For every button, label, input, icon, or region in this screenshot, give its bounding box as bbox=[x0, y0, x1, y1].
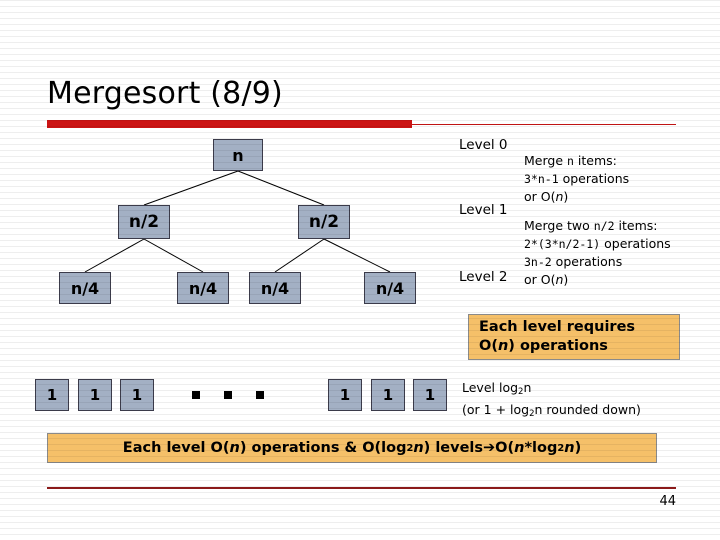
banner-seg-11: 2 bbox=[557, 442, 565, 454]
level-2-label: Level 2 bbox=[459, 269, 508, 285]
level-1-note: Merge two n/2 items: 2*(3*n/2-1) operati… bbox=[524, 217, 671, 288]
slide-canvas: Mergesort (8/9) n n/2 n/2 n/4 n/4 n/4 n/… bbox=[0, 0, 720, 540]
level-1-note-line-2: 2*(3*n/2-1) operations bbox=[524, 235, 671, 253]
tree-leaf-2: 1 bbox=[78, 379, 112, 411]
banner-seg-12: n bbox=[564, 440, 575, 456]
callout-l2-italic: n bbox=[497, 338, 509, 354]
note1-l1-mono: n/2 bbox=[593, 219, 615, 233]
tree-leaf-6: 1 bbox=[413, 379, 447, 411]
tree-node-n2-left: n/2 bbox=[118, 205, 170, 239]
note1-l1-prefix: Merge two bbox=[524, 218, 594, 233]
note1-l4-prefix: or O( bbox=[524, 272, 556, 287]
callout-line-1: Each level requires bbox=[479, 319, 636, 335]
arrow-icon: ➔ bbox=[483, 440, 496, 456]
level-0-note-line-2: 3*n-1 operations bbox=[524, 170, 629, 188]
banner-seg-1: Each level O( bbox=[122, 440, 230, 456]
banner-seg-3: ) operations & O(log bbox=[239, 440, 407, 456]
tree-node-n4-4: n/4 bbox=[364, 272, 416, 304]
tree-leaf-5: 1 bbox=[371, 379, 405, 411]
tree-node-n4-3: n/4 bbox=[249, 272, 301, 304]
banner-seg-6: ) levels bbox=[423, 440, 484, 456]
ellipsis-dot-icon bbox=[192, 391, 200, 399]
note1-l1-suffix: items: bbox=[614, 218, 658, 233]
level-0-note: Merge n items: 3*n-1 operations or O(n) bbox=[524, 152, 629, 205]
tree-leaf-3: 1 bbox=[120, 379, 154, 411]
banner-seg-9: n bbox=[514, 440, 525, 456]
loglvl-l1-prefix: Level log bbox=[462, 380, 519, 395]
level-0-note-line-1: Merge n items: bbox=[524, 152, 629, 170]
tree-leaf-1: 1 bbox=[35, 379, 69, 411]
log-level-caption: Level log2n (or 1 + log2n rounded down) bbox=[462, 379, 641, 423]
tree-node-n2-right: n/2 bbox=[298, 205, 350, 239]
banner-seg-5: n bbox=[413, 440, 424, 456]
note1-l3-suffix: operations bbox=[551, 254, 623, 269]
level-0-label: Level 0 bbox=[459, 137, 508, 153]
note1-l2-mono: 2*(3*n/2-1) bbox=[524, 237, 601, 251]
banner-seg-13: ) bbox=[574, 440, 582, 456]
banner-seg-10: *log bbox=[524, 440, 558, 456]
level-0-note-line-3: or O(n) bbox=[524, 188, 629, 205]
loglvl-l2-suffix: n rounded down) bbox=[534, 402, 641, 418]
level-1-note-line-3: 3n-2 operations bbox=[524, 253, 671, 271]
summary-banner: Each level O(n) operations & O(log 2 n) le… bbox=[47, 433, 657, 463]
note0-l1-prefix: Merge bbox=[524, 153, 567, 168]
callout-l2-suffix: ) operations bbox=[508, 338, 608, 354]
level-1-note-line-4: or O(n) bbox=[524, 271, 671, 288]
ellipsis-dot-icon bbox=[224, 391, 232, 399]
note1-l3-mono: 3n-2 bbox=[524, 255, 552, 269]
note0-l2-mono: 3*n-1 bbox=[524, 172, 559, 186]
each-level-callout: Each level requires O(n) operations bbox=[468, 314, 680, 360]
note1-l4-suffix: ) bbox=[563, 272, 569, 287]
log-level-line-2: (or 1 + log2n rounded down) bbox=[462, 401, 641, 423]
callout-l2-prefix: O( bbox=[479, 338, 498, 354]
log-level-line-1: Level log2n bbox=[462, 379, 641, 401]
note1-l2-suffix: operations bbox=[600, 236, 671, 251]
note0-l1-mono: n bbox=[567, 154, 574, 168]
callout-line-2: O(n) operations bbox=[479, 337, 679, 356]
tree-node-n4-2: n/4 bbox=[177, 272, 229, 304]
tree-leaf-4: 1 bbox=[328, 379, 362, 411]
note0-l3-suffix: ) bbox=[563, 189, 569, 204]
banner-seg-4: 2 bbox=[406, 442, 414, 454]
level-1-note-line-1: Merge two n/2 items: bbox=[524, 217, 671, 235]
banner-seg-2: n bbox=[229, 440, 240, 456]
note0-l2-suffix: operations bbox=[558, 171, 630, 186]
note0-l3-prefix: or O( bbox=[524, 189, 556, 204]
loglvl-l2-prefix: (or 1 + log bbox=[462, 402, 530, 418]
ellipsis-dot-icon bbox=[256, 391, 264, 399]
tree-node-root: n bbox=[213, 139, 263, 171]
tree-node-n4-1: n/4 bbox=[59, 272, 111, 304]
level-1-label: Level 1 bbox=[459, 202, 508, 218]
loglvl-l1-suffix: n bbox=[523, 380, 532, 395]
banner-seg-8: O( bbox=[495, 440, 515, 456]
note0-l1-suffix: items: bbox=[573, 153, 617, 168]
